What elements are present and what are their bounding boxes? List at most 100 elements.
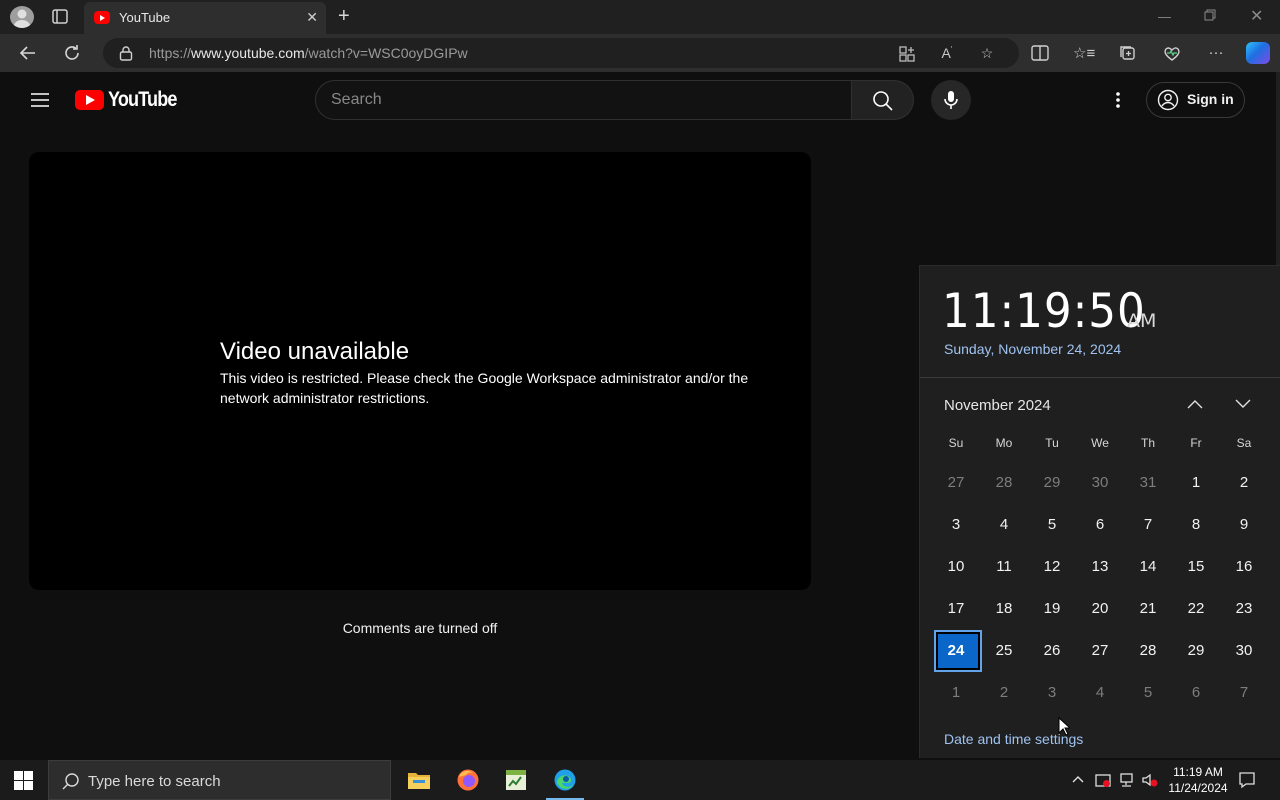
calendar-day[interactable]: 20 <box>1076 587 1124 629</box>
app-available-icon[interactable] <box>897 45 917 63</box>
calendar-day[interactable]: 6 <box>1076 503 1124 545</box>
address-bar[interactable]: https://www.youtube.com/watch?v=WSC0oyDG… <box>103 38 1019 68</box>
video-player[interactable]: Video unavailable This video is restrict… <box>29 152 811 590</box>
calendar-day[interactable]: 12 <box>1028 545 1076 587</box>
lock-icon[interactable] <box>119 45 133 61</box>
calendar-day[interactable]: 28 <box>1124 629 1172 671</box>
reload-icon[interactable] <box>62 43 82 63</box>
calendar-day[interactable]: 7 <box>1220 671 1268 713</box>
read-aloud-icon[interactable]: Aʼ <box>937 45 957 63</box>
weekday-header: Su Mo Tu We Th Fr Sa <box>932 436 1268 452</box>
network-tray-icon[interactable] <box>1119 772 1135 788</box>
calendar-day[interactable]: 4 <box>980 503 1028 545</box>
security-tray-icon[interactable] <box>1095 772 1111 788</box>
taskbar-search-box[interactable]: Type here to search <box>48 760 391 800</box>
calendar-day[interactable]: 7 <box>1124 503 1172 545</box>
firefox-icon[interactable] <box>444 760 490 800</box>
calendar-day[interactable]: 27 <box>1076 629 1124 671</box>
calendar-day[interactable]: 5 <box>1124 671 1172 713</box>
calendar-day[interactable]: 16 <box>1220 545 1268 587</box>
calendar-day[interactable]: 4 <box>1076 671 1124 713</box>
chevron-up-icon[interactable] <box>1185 396 1205 412</box>
calendar-day[interactable]: 25 <box>980 629 1028 671</box>
collections-icon[interactable] <box>1117 44 1139 64</box>
browser-essentials-icon[interactable] <box>1161 44 1183 64</box>
mouse-cursor-icon <box>1058 717 1070 737</box>
taskbar-search-placeholder: Type here to search <box>88 773 221 790</box>
calendar-day[interactable]: 17 <box>932 587 980 629</box>
calendar-day[interactable]: 11 <box>980 545 1028 587</box>
notification-center-icon[interactable] <box>1238 771 1256 789</box>
calendar-day[interactable]: 29 <box>1172 629 1220 671</box>
windows-start-icon[interactable] <box>14 771 33 790</box>
calendar-day[interactable]: 5 <box>1028 503 1076 545</box>
calendar-day[interactable]: 6 <box>1172 671 1220 713</box>
calendar-day[interactable]: 30 <box>1076 461 1124 503</box>
calendar-day[interactable]: 2 <box>980 671 1028 713</box>
calendar-day[interactable]: 23 <box>1220 587 1268 629</box>
window-close-icon[interactable]: ✕ <box>1250 6 1263 26</box>
favorite-star-icon[interactable]: ☆ <box>977 45 997 63</box>
search-input[interactable] <box>315 80 852 120</box>
file-explorer-icon[interactable] <box>396 760 442 800</box>
calendar-day-today[interactable]: 24 <box>932 629 982 672</box>
new-tab-icon[interactable]: + <box>338 6 350 26</box>
calendar-day-grid: 27 28 29 30 31 1 2 3 4 5 6 7 8 9 10 11 12 13 14 15 16 17 18 19 2… <box>932 461 1268 713</box>
calendar-day-number: 17 <box>947 599 965 617</box>
windows-taskbar: Type here to search 11:19 AM 11/24/2024 <box>0 760 1280 800</box>
calendar-day[interactable]: 22 <box>1172 587 1220 629</box>
calendar-day[interactable]: 15 <box>1172 545 1220 587</box>
calendar-day[interactable]: 21 <box>1124 587 1172 629</box>
profile-avatar-icon[interactable] <box>10 6 34 28</box>
window-minimize-icon[interactable]: — <box>1158 9 1171 24</box>
calendar-day[interactable]: 1 <box>1172 461 1220 503</box>
spreadsheet-app-icon[interactable] <box>492 760 538 800</box>
calendar-day[interactable]: 3 <box>1028 671 1076 713</box>
tab-close-icon[interactable]: ✕ <box>306 9 318 26</box>
month-label[interactable]: November 2024 <box>944 397 1051 414</box>
search-button[interactable] <box>852 80 914 120</box>
calendar-day[interactable]: 10 <box>932 545 980 587</box>
calendar-day[interactable]: 29 <box>1028 461 1076 503</box>
window-restore-icon[interactable] <box>1204 9 1216 21</box>
edge-browser-icon[interactable] <box>542 760 588 800</box>
calendar-day[interactable]: 13 <box>1076 545 1124 587</box>
calendar-day[interactable]: 1 <box>932 671 980 713</box>
more-options-icon[interactable] <box>1114 90 1122 110</box>
calendar-day[interactable]: 14 <box>1124 545 1172 587</box>
voice-search-button[interactable] <box>931 80 971 120</box>
calendar-day[interactable]: 9 <box>1220 503 1268 545</box>
chevron-down-icon[interactable] <box>1233 396 1253 412</box>
account-icon <box>1157 89 1179 111</box>
calendar-day-number: 29 <box>1187 641 1205 659</box>
tab-actions-icon[interactable] <box>50 8 70 26</box>
calendar-day[interactable]: 31 <box>1124 461 1172 503</box>
calendar-day[interactable]: 28 <box>980 461 1028 503</box>
weekday-label: Th <box>1140 436 1155 450</box>
back-arrow-icon[interactable] <box>18 43 38 63</box>
sign-in-button[interactable]: Sign in <box>1146 82 1245 118</box>
copilot-icon[interactable] <box>1246 42 1270 64</box>
calendar-day[interactable]: 8 <box>1172 503 1220 545</box>
clock-ampm: AM <box>1127 310 1157 332</box>
long-date-link[interactable]: Sunday, November 24, 2024 <box>944 341 1121 357</box>
sign-in-label: Sign in <box>1187 91 1234 107</box>
calendar-day[interactable]: 26 <box>1028 629 1076 671</box>
calendar-day-number: 8 <box>1191 515 1201 533</box>
calendar-day[interactable]: 3 <box>932 503 980 545</box>
tab-youtube[interactable]: YouTube ✕ <box>84 2 326 34</box>
url-text[interactable]: https://www.youtube.com/watch?v=WSC0oyDG… <box>149 45 468 61</box>
calendar-day[interactable]: 19 <box>1028 587 1076 629</box>
settings-more-icon[interactable]: ··· <box>1205 44 1227 64</box>
favorites-icon[interactable]: ☆≡ <box>1073 44 1095 64</box>
split-screen-icon[interactable] <box>1029 44 1051 64</box>
taskbar-clock[interactable]: 11:19 AM 11/24/2024 <box>1160 764 1236 796</box>
calendar-day[interactable]: 18 <box>980 587 1028 629</box>
calendar-day-number: 28 <box>995 473 1013 491</box>
hamburger-menu-icon[interactable] <box>30 92 50 108</box>
calendar-day[interactable]: 27 <box>932 461 980 503</box>
calendar-day[interactable]: 30 <box>1220 629 1268 671</box>
volume-muted-icon[interactable] <box>1142 772 1158 788</box>
show-hidden-icons-chevron-icon[interactable] <box>1071 772 1085 786</box>
calendar-day[interactable]: 2 <box>1220 461 1268 503</box>
